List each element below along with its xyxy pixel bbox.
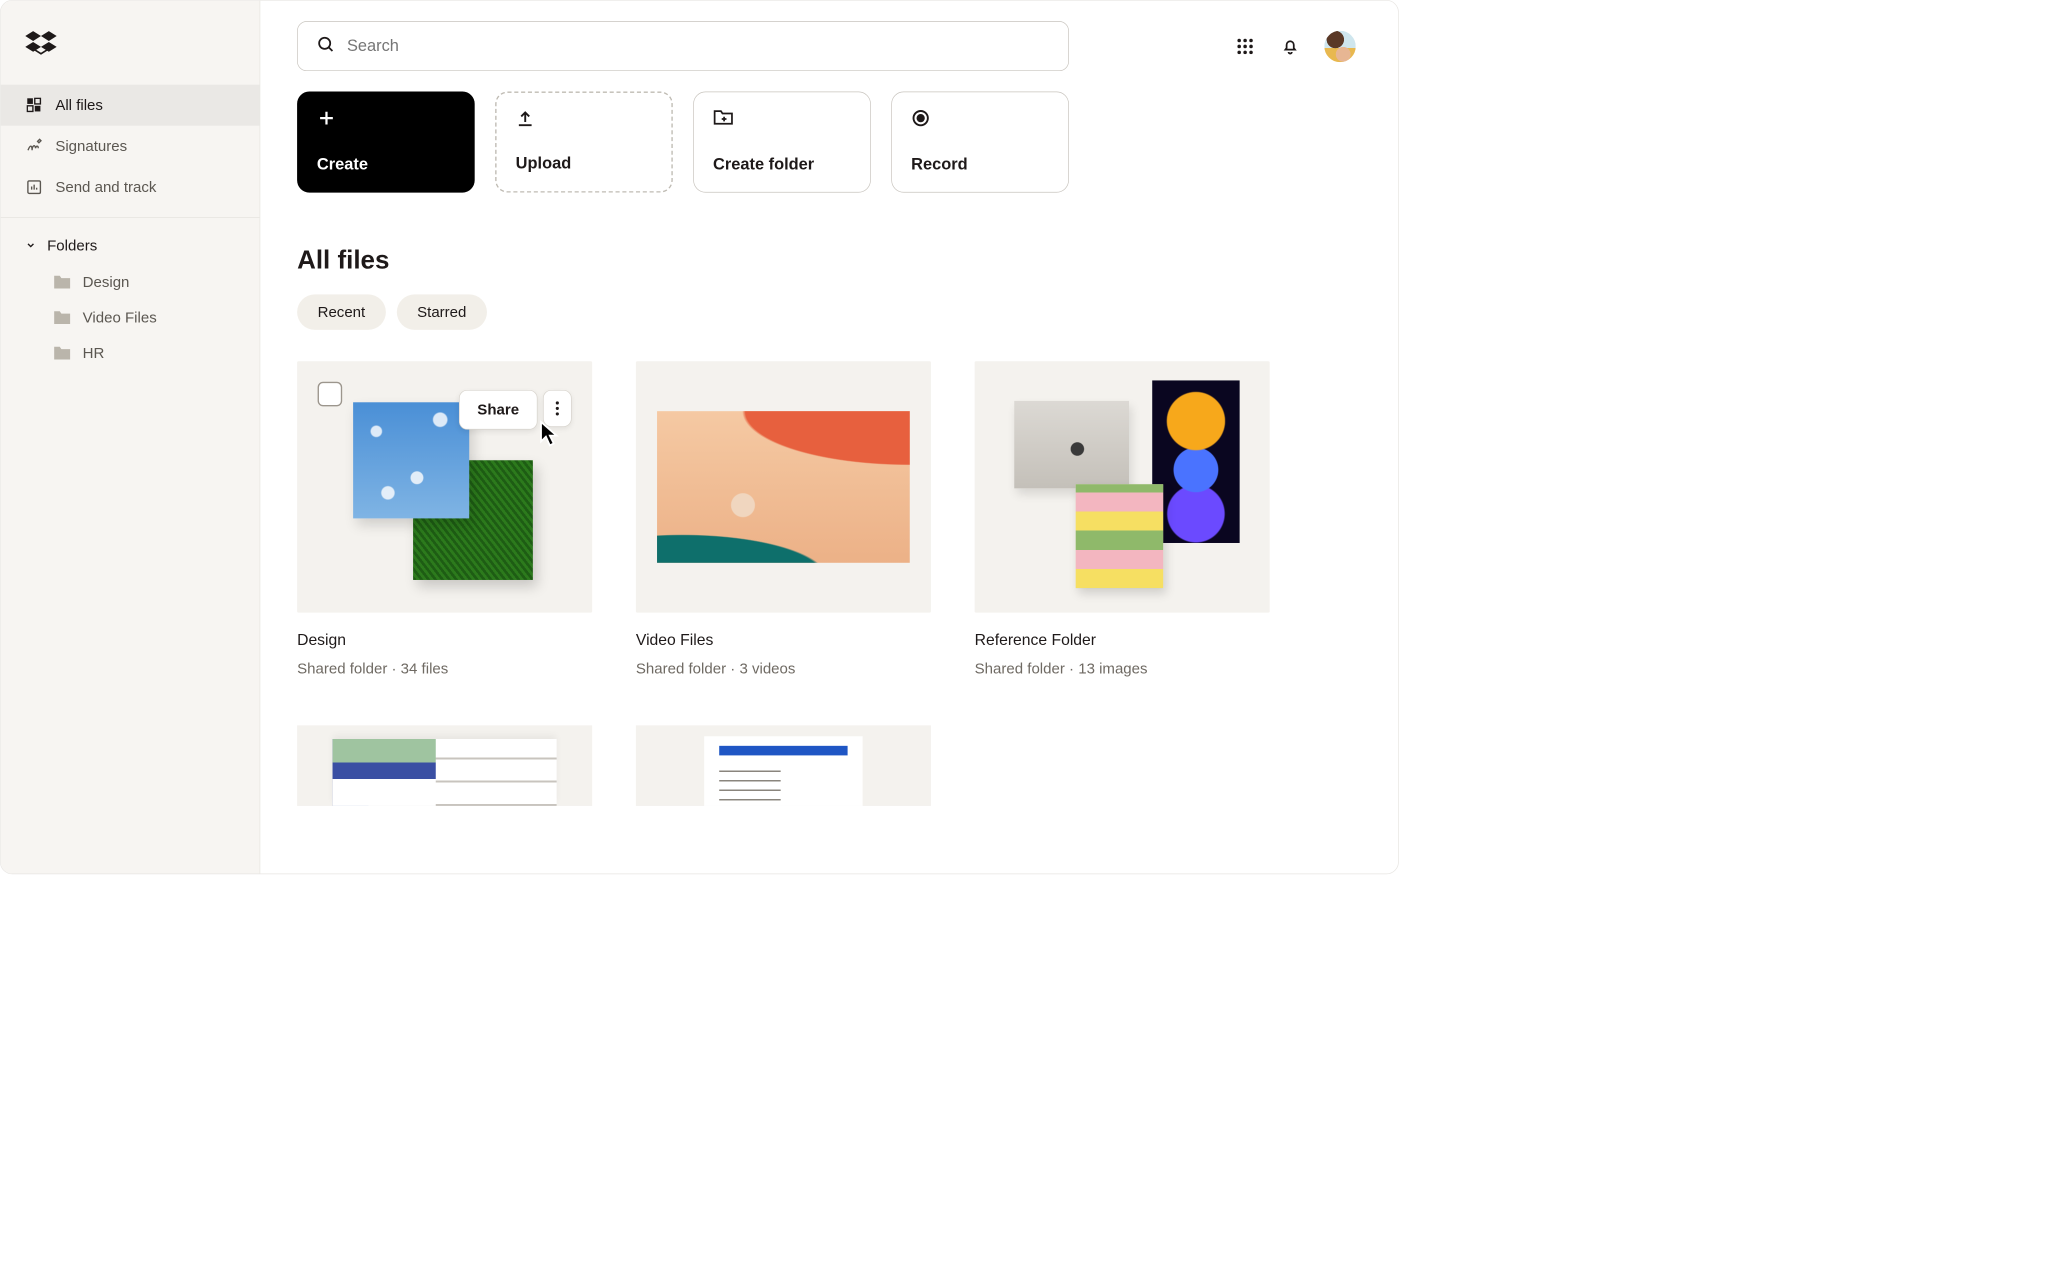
create-button[interactable]: Create <box>297 92 475 193</box>
sidebar-item-send-and-track[interactable]: Send and track <box>1 167 260 208</box>
chart-icon <box>25 178 43 196</box>
sidebar-item-all-files[interactable]: All files <box>1 85 260 126</box>
folder-card-reference-folder: Reference Folder Shared folder · 13 imag… <box>975 361 1270 677</box>
plus-icon <box>317 109 337 129</box>
avatar[interactable] <box>1324 30 1355 61</box>
record-button[interactable]: Record <box>891 92 1069 193</box>
signature-icon <box>25 137 43 155</box>
folder-card-video-files: Video Files Shared folder · 3 videos <box>636 361 931 677</box>
card-subtitle: Shared folder · 3 videos <box>636 660 931 678</box>
folder-thumbnail[interactable] <box>297 725 592 806</box>
page-title: All files <box>297 246 1361 275</box>
folder-item-design[interactable]: Design <box>1 264 260 300</box>
folders-header-label: Folders <box>47 237 97 255</box>
create-folder-button[interactable]: Create folder <box>693 92 871 193</box>
card-title: Video Files <box>636 630 931 648</box>
folders-toggle[interactable]: Folders <box>1 227 260 264</box>
apps-icon[interactable] <box>1234 35 1256 57</box>
folder-label: Video Files <box>83 309 157 327</box>
sidebar-item-label: Send and track <box>55 178 156 196</box>
action-label: Upload <box>516 154 653 173</box>
sidebar-nav: All files Signatures Send and track <box>1 85 260 208</box>
upload-icon <box>516 109 536 129</box>
card-subtitle: Shared folder · 13 images <box>975 660 1270 678</box>
folder-label: HR <box>83 344 105 362</box>
folder-icon <box>53 309 72 325</box>
filter-starred[interactable]: Starred <box>397 294 487 330</box>
sidebar-item-signatures[interactable]: Signatures <box>1 126 260 167</box>
select-checkbox[interactable] <box>318 382 343 407</box>
bell-icon[interactable] <box>1279 35 1301 57</box>
folder-icon <box>53 274 72 290</box>
app-shell: All files Signatures Send and track Fold… <box>0 0 1399 874</box>
folder-item-video-files[interactable]: Video Files <box>1 300 260 336</box>
share-button[interactable]: Share <box>459 390 538 430</box>
action-label: Create folder <box>713 155 851 174</box>
sidebar: All files Signatures Send and track Fold… <box>1 1 261 874</box>
card-title: Reference Folder <box>975 630 1270 648</box>
cursor-icon <box>538 420 563 451</box>
card-title: Design <box>297 630 592 648</box>
folder-thumbnail[interactable]: Share <box>297 361 592 612</box>
folder-icon <box>53 345 72 361</box>
action-label: Record <box>911 155 1049 174</box>
folder-thumbnail[interactable] <box>636 725 931 806</box>
folder-label: Design <box>83 273 130 291</box>
card-subtitle: Shared folder · 34 files <box>297 660 592 678</box>
search-input[interactable] <box>347 37 1049 56</box>
chevron-down-icon <box>25 237 37 255</box>
search-icon <box>317 36 335 57</box>
sidebar-item-label: Signatures <box>55 137 127 155</box>
main-content: Create Upload Create folder Record All f… <box>260 1 1398 874</box>
upload-button[interactable]: Upload <box>495 92 673 193</box>
sidebar-item-label: All files <box>55 96 103 114</box>
divider <box>1 217 260 218</box>
folder-thumbnail[interactable] <box>636 361 931 612</box>
folder-item-hr[interactable]: HR <box>1 335 260 371</box>
action-label: Create <box>317 155 455 174</box>
search-box[interactable] <box>297 21 1069 71</box>
new-folder-icon <box>713 109 733 129</box>
folder-thumbnail[interactable] <box>975 361 1270 612</box>
grid-icon <box>25 96 43 114</box>
folder-card-design: Share Design Shared folder · 34 files <box>297 361 592 677</box>
dropbox-logo[interactable] <box>1 31 260 85</box>
filter-recent[interactable]: Recent <box>297 294 386 330</box>
record-icon <box>911 109 931 129</box>
header-actions <box>1234 30 1356 61</box>
